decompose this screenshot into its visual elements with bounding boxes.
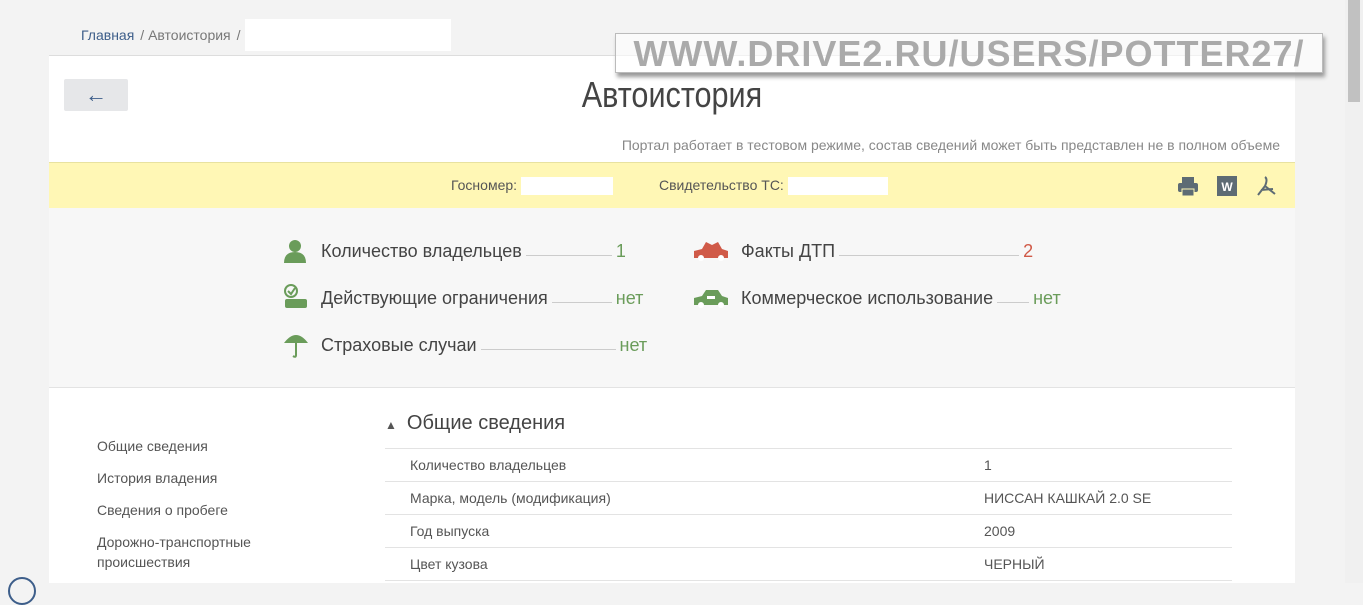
stat-value: нет (1033, 287, 1061, 308)
stat-accidents[interactable]: Факты ДТП 2 (691, 238, 1033, 264)
plate-label: Госномер: (451, 177, 518, 193)
car-check-icon (281, 284, 311, 311)
general-info-table: Количество владельцев 1 Марка, модель (мо… (385, 448, 1232, 581)
nav-general[interactable]: Общие сведения (97, 430, 277, 462)
stat-label: Факты ДТП (741, 240, 836, 261)
row-value: 2009 (984, 523, 1016, 539)
breadcrumb-separator: / (236, 27, 241, 43)
nav-mileage[interactable]: Сведения о пробеге (97, 494, 277, 526)
summary-stats: Количество владельцев 1 Действующие огран… (49, 208, 1295, 388)
cert-label: Свидетельство ТС: (659, 177, 784, 193)
nav-accidents[interactable]: Дорожно-транспортные происшествия (97, 532, 277, 572)
watermark: WWW.DRIVE2.RU/USERS/POTTER27/ (615, 33, 1323, 74)
breadcrumb-section[interactable]: / Автоистория (140, 27, 230, 43)
table-row: Год выпуска 2009 (385, 515, 1232, 548)
stat-owners[interactable]: Количество владельцев 1 (281, 238, 626, 264)
nav-ownership-history[interactable]: История владения (97, 462, 277, 494)
row-label: Марка, модель (модификация) (410, 490, 611, 506)
back-button[interactable]: ← (64, 79, 128, 111)
main-card: ← Автоистория Портал работает в тестовом… (49, 56, 1295, 583)
stat-label: Количество владельцев (321, 240, 522, 261)
svg-text:W: W (1221, 180, 1233, 194)
redacted-block (244, 19, 451, 51)
pdf-icon[interactable] (1255, 175, 1277, 197)
section-nav: Общие сведения История владения Сведения… (97, 430, 277, 572)
crashed-car-icon (691, 238, 731, 264)
stat-value: 2 (1023, 240, 1034, 261)
row-label: Год выпуска (410, 523, 490, 539)
print-icon[interactable] (1177, 175, 1199, 197)
section-title: Общие сведения (406, 412, 566, 434)
stat-value: 1 (615, 240, 626, 261)
table-row: Марка, модель (модификация) НИССАН КАШКАЙ… (385, 482, 1232, 515)
scrollbar[interactable] (1345, 0, 1363, 583)
stat-label: Действующие ограничения (321, 287, 548, 308)
row-value: НИССАН КАШКАЙ 2.0 SE (984, 490, 1152, 506)
row-value: 1 (984, 457, 992, 473)
test-mode-note: Портал работает в тестовом режиме, соста… (621, 137, 1280, 153)
stat-label: Страховые случаи (321, 334, 477, 355)
word-icon[interactable]: W (1217, 176, 1237, 196)
stat-insurance[interactable]: Страховые случаи нет (281, 332, 647, 358)
back-arrow-icon: ← (85, 82, 107, 107)
breadcrumb-home[interactable]: Главная (81, 27, 134, 43)
page-title: Автоистория (581, 74, 763, 115)
redacted-plate (520, 177, 613, 196)
umbrella-icon (281, 332, 311, 358)
row-label: Цвет кузова (410, 556, 488, 572)
table-row: Количество владельцев 1 (385, 449, 1232, 482)
stat-label: Коммерческое использование (741, 287, 994, 308)
vehicle-id-bar: Госномер: Свидетельство ТС: W (49, 162, 1295, 208)
table-row: Цвет кузова ЧЕРНЫЙ (385, 548, 1232, 581)
row-value: ЧЕРНЫЙ (984, 556, 1045, 572)
redacted-cert (787, 177, 888, 196)
plate-field: Госномер: (451, 177, 613, 196)
section-header[interactable]: ▲ Общие сведения (385, 412, 565, 435)
taxi-icon (691, 285, 731, 311)
cert-field: Свидетельство ТС: (659, 177, 888, 196)
help-circle-icon[interactable] (8, 577, 36, 605)
scrollbar-thumb[interactable] (1348, 0, 1360, 102)
person-icon (281, 238, 311, 264)
stat-commercial[interactable]: Коммерческое использование нет (691, 285, 1061, 311)
breadcrumb: Главная / Автоистория / (81, 19, 451, 51)
stat-value: нет (619, 334, 648, 355)
collapse-triangle-icon: ▲ (385, 418, 397, 432)
row-label: Количество владельцев (410, 457, 567, 473)
stat-restrictions[interactable]: Действующие ограничения нет (281, 284, 644, 311)
stat-value: нет (615, 287, 644, 308)
